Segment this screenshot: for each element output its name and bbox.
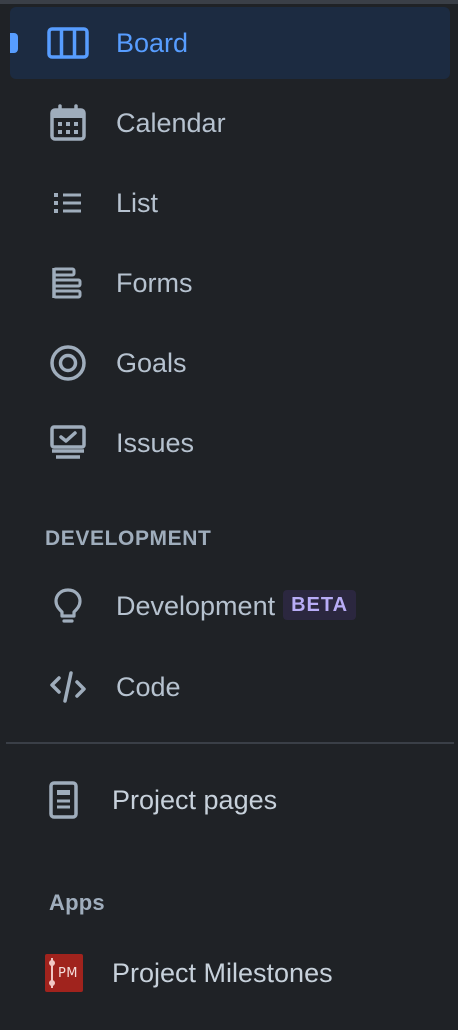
issues-icon — [46, 425, 90, 461]
sidebar-item-label: Issues — [116, 428, 195, 458]
sidebar-item-label: Project pages — [112, 785, 278, 815]
lightbulb-icon — [46, 588, 90, 624]
sidebar-item-list[interactable]: List — [10, 167, 450, 239]
app-item-label: Project Milestones — [112, 958, 333, 988]
sidebar-item-label: Forms — [116, 268, 193, 298]
selected-indicator — [10, 33, 18, 53]
app-item-project-milestones[interactable]: PM Project Milestones — [10, 937, 450, 1009]
sidebar-item-label-wrap: Development BETA — [116, 570, 357, 642]
sidebar-item-board[interactable]: Board — [10, 7, 450, 79]
divider — [6, 742, 454, 744]
sidebar-item-issues[interactable]: Issues — [10, 407, 450, 479]
top-border — [0, 0, 458, 4]
sidebar-item-project-pages[interactable]: Project pages — [10, 764, 450, 836]
beta-badge: BETA — [283, 589, 357, 620]
board-icon — [46, 25, 90, 61]
calendar-icon — [46, 104, 90, 141]
project-milestones-logo: PM — [42, 954, 86, 992]
sidebar-item-forms[interactable]: Forms — [10, 247, 450, 319]
code-icon — [46, 669, 90, 705]
sidebar-item-label: Goals — [116, 348, 187, 378]
document-icon — [42, 781, 86, 819]
sidebar-item-label: List — [116, 188, 159, 218]
sidebar-item-label: Board — [116, 28, 189, 58]
sidebar-item-calendar[interactable]: Calendar — [10, 87, 450, 159]
section-heading-apps: Apps — [49, 890, 105, 915]
app-logo-text: PM — [57, 965, 78, 981]
sidebar-item-code[interactable]: Code — [10, 651, 450, 723]
sidebar-item-goals[interactable]: Goals — [10, 327, 450, 399]
sidebar-item-development[interactable]: Development BETA — [10, 570, 450, 642]
sidebar-item-label: Code — [116, 672, 181, 702]
section-heading-development: DEVELOPMENT — [45, 527, 212, 550]
goals-icon — [46, 345, 90, 381]
sidebar-item-label: Development — [116, 591, 276, 621]
forms-icon — [46, 265, 90, 301]
sidebar-item-label: Calendar — [116, 108, 226, 138]
list-icon — [46, 185, 90, 221]
